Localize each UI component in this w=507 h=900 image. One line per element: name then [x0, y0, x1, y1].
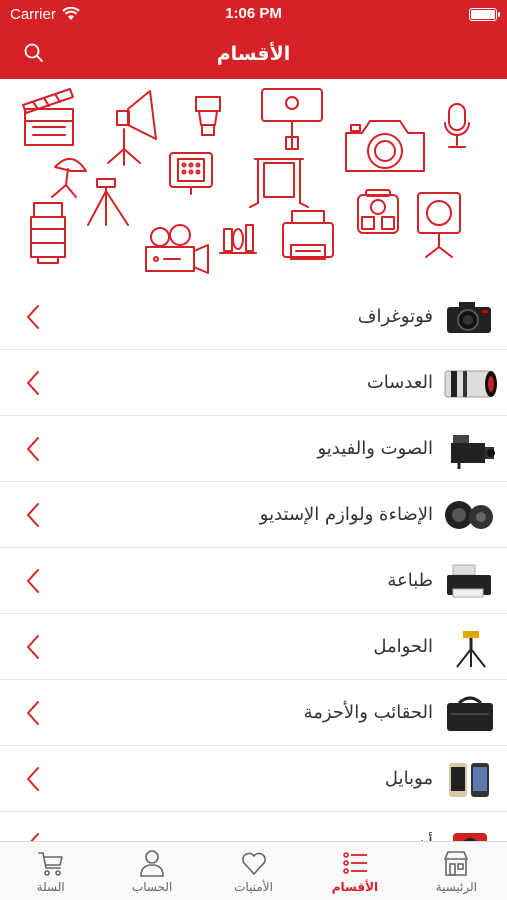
printer-icon: [282, 210, 334, 260]
printer-thumb: [447, 564, 491, 598]
lens-icon: [30, 202, 66, 264]
tab-label: الرئيسية: [435, 880, 477, 894]
camera-thumb: [447, 302, 491, 333]
chevron-left-icon: [27, 503, 39, 527]
bag-thumb: [447, 696, 493, 731]
category-row[interactable]: الحوامل: [0, 614, 507, 680]
category-row[interactable]: الصوت والفيديو: [0, 416, 507, 482]
tab-heart[interactable]: الأمنيات: [203, 842, 304, 900]
category-label: العدسات: [366, 372, 433, 393]
category-banner: [0, 79, 507, 284]
tab-store[interactable]: الرئيسية: [406, 842, 507, 900]
tab-cart[interactable]: السلة: [0, 842, 101, 900]
chevron-left-icon: [27, 305, 39, 329]
camcorder-thumb: [451, 435, 495, 469]
category-row[interactable]: طباعة: [0, 548, 507, 614]
tripod-icon: [87, 178, 129, 226]
category-label: الحقائب والأحزمة: [303, 702, 433, 723]
tripod-thumb: [456, 631, 486, 668]
chevron-left-icon: [27, 437, 39, 461]
chevron-left-icon: [30, 833, 39, 841]
studio-light-thumb: [445, 501, 493, 529]
chevron-left-icon: [27, 635, 39, 659]
chevron-left-icon: [27, 371, 39, 395]
category-label: أخرى: [393, 812, 433, 841]
category-row[interactable]: موبايل: [0, 746, 507, 812]
category-label: طباعة: [387, 570, 433, 591]
chevron-left-icon: [27, 569, 39, 593]
camera-flash-icon: [195, 96, 221, 136]
studio-spotlight-icon: [107, 90, 157, 166]
tab-label: الأقسام: [331, 880, 379, 894]
phone-thumb: [449, 763, 489, 797]
chevron-left-icon: [27, 767, 39, 791]
heart-icon: [241, 852, 266, 875]
category-label: فوتوغراف: [357, 306, 433, 327]
list-icon: [343, 852, 367, 874]
camera-backpack-icon: [357, 189, 399, 234]
category-row[interactable]: الحقائب والأحزمة: [0, 680, 507, 746]
other-thumb: [453, 833, 487, 841]
led-panel-icon: [169, 152, 213, 195]
category-list: فوتوغراف العدسات الصوت والفيديو الإضاءة ولو…: [0, 284, 507, 841]
category-label: الحوامل: [373, 636, 433, 657]
user-icon: [140, 850, 164, 877]
backdrop-stand-icon: [249, 158, 309, 208]
microphone-icon: [444, 103, 470, 148]
dslr-camera-icon: [345, 120, 425, 172]
fresnel-light-icon: [417, 192, 461, 258]
tab-label: الحساب: [131, 880, 173, 894]
header: Carrier 1:06 PM الأقسام: [0, 0, 507, 79]
chevron-left-icon: [27, 701, 39, 725]
tab-label: الأمنيات: [234, 880, 273, 894]
cart-icon: [37, 852, 63, 876]
clapperboard-icon: [22, 88, 74, 146]
video-camera-icon: [145, 224, 209, 274]
search-icon[interactable]: [22, 41, 46, 65]
category-row[interactable]: الإضاءة ولوازم الإستديو: [0, 482, 507, 548]
cleaning-kit-icon: [219, 224, 257, 254]
umbrella-light-icon: [51, 158, 87, 198]
tab-label: السلة: [36, 880, 65, 894]
phone-selfie-icon: [261, 88, 323, 150]
tab-list[interactable]: الأقسام: [304, 842, 405, 900]
page-title: الأقسام: [216, 42, 291, 65]
category-label: الصوت والفيديو: [317, 438, 433, 459]
tab-user[interactable]: الحساب: [101, 842, 202, 900]
nav-bar: الأقسام: [0, 28, 507, 79]
tab-bar: السلة الحساب الأمنيات الأقسام الرئيسية: [0, 841, 507, 900]
category-row[interactable]: أخرى: [0, 812, 507, 841]
store-icon: [444, 851, 469, 876]
app-screen: Carrier 1:06 PM الأقسام فوتوغراف العدسات…: [0, 0, 507, 900]
category-row[interactable]: فوتوغراف: [0, 284, 507, 350]
category-label: الإضاءة ولوازم الإستديو: [259, 504, 433, 525]
status-time: 1:06 PM: [225, 5, 282, 22]
lens-thumb: [444, 370, 497, 398]
category-row[interactable]: العدسات: [0, 350, 507, 416]
category-label: موبايل: [384, 768, 433, 789]
